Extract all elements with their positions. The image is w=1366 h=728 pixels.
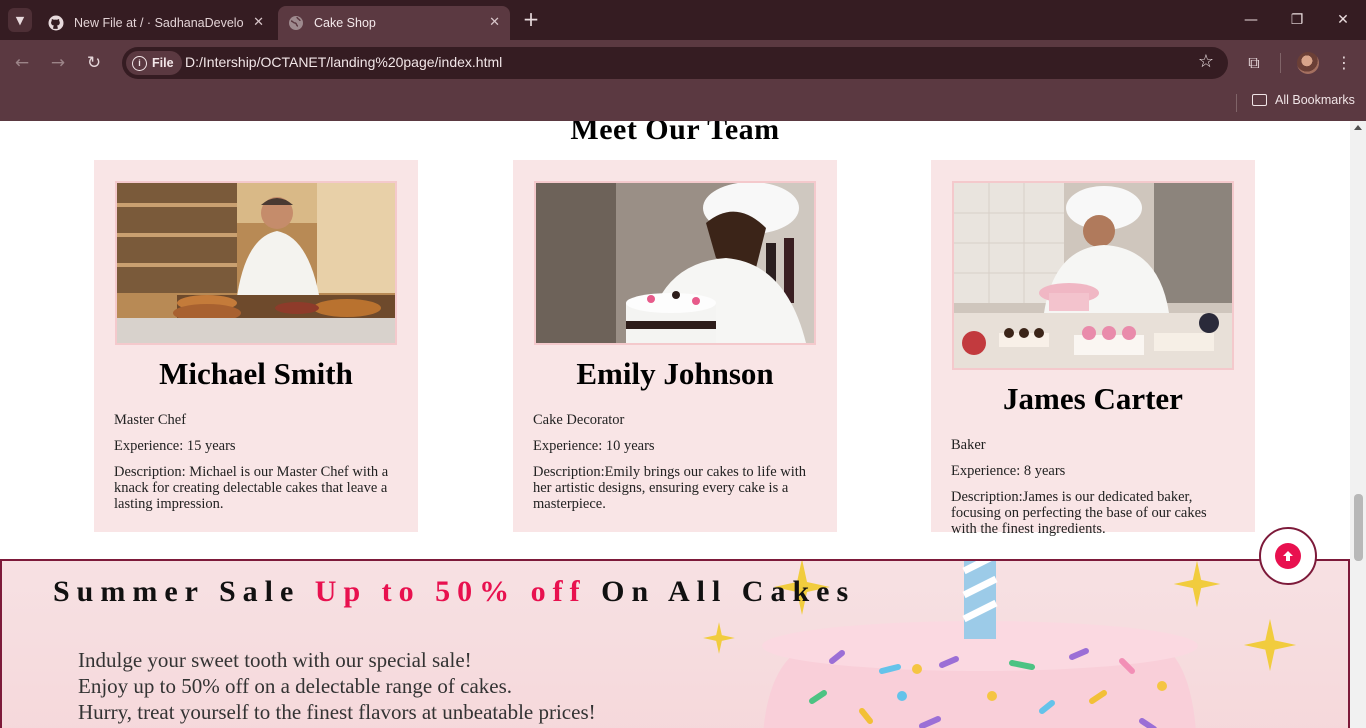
minimize-button[interactable]: — [1241,10,1261,30]
baker-photo-image [954,183,1232,368]
new-tab-button[interactable]: + [520,8,542,30]
member-role: Cake Decorator [533,412,625,428]
forward-button[interactable]: → [46,51,70,75]
globe-icon [289,16,303,30]
all-bookmarks-label: All Bookmarks [1275,93,1355,107]
chevron-down-icon: ▼ [15,13,25,27]
tab-title: New File at / · SadhanaDevelop [74,16,244,30]
arrow-right-icon: → [50,53,66,73]
reload-icon: ↻ [86,53,102,73]
member-role: Master Chef [114,412,187,428]
url-text[interactable]: D:/Intership/OCTANET/landing%20page/inde… [185,54,502,70]
bookmarks-bar: All Bookmarks [0,86,1366,121]
tab-github[interactable]: New File at / · SadhanaDevelop ✕ [38,6,274,40]
close-icon[interactable]: ✕ [253,14,264,30]
puzzle-icon: ⧉ [1248,53,1260,72]
member-description: Description:Emily brings our cakes to li… [533,464,807,512]
bookmarks-divider [1236,94,1237,112]
arrow-up-icon [1275,543,1301,569]
member-experience: Experience: 15 years [114,438,236,454]
close-window-button[interactable]: ✕ [1333,10,1353,30]
tab-strip: ▼ New File at / · SadhanaDevelop ✕ Cake … [0,0,1366,40]
tab-search-button[interactable]: ▼ [8,8,32,32]
decorator-photo [534,181,816,345]
sale-heading-end: On All Cakes [586,575,856,608]
profile-avatar[interactable] [1297,52,1319,74]
menu-button[interactable]: ⋮ [1332,51,1356,75]
address-bar[interactable]: i File D:/Intership/OCTANET/landing%20pa… [122,47,1228,79]
decorator-photo-image [536,183,814,343]
sale-heading-start: Summer Sale [53,575,315,608]
summer-sale-banner: Summer Sale Up to 50% off On All Cakes I… [0,559,1350,728]
github-icon [48,15,64,31]
member-experience: Experience: 10 years [533,438,655,454]
member-role: Baker [951,437,986,453]
page-scrollbar[interactable] [1350,121,1366,728]
member-name: Michael Smith [159,356,353,391]
scrollbar-thumb[interactable] [1354,494,1363,561]
minimize-icon: — [1244,12,1258,28]
member-description: Description: Michael is our Master Chef … [114,464,389,512]
sparkle-icon [703,622,735,654]
info-icon: i [132,55,147,71]
member-experience: Experience: 8 years [951,463,1066,479]
team-card: James Carter Baker Experience: 8 years D… [931,160,1255,537]
restore-button[interactable]: ❐ [1287,10,1307,30]
back-button[interactable]: ← [10,51,34,75]
member-name: James Carter [1003,381,1183,416]
team-card: Emily Johnson Cake Decorator Experience:… [513,160,837,532]
arrow-left-icon: ← [14,53,30,73]
team-section-title: Meet Our Team [570,121,780,146]
close-icon[interactable]: ✕ [489,14,500,30]
member-description: Description:James is our dedicated baker… [951,489,1207,537]
site-info-chip[interactable]: i File [126,51,182,75]
all-bookmarks-button[interactable]: All Bookmarks [1252,93,1355,107]
tab-title: Cake Shop [314,16,376,30]
chef-photo [115,181,397,345]
scroll-to-top-button[interactable] [1259,527,1317,585]
plus-icon: + [522,7,540,31]
sale-heading: Summer Sale Up to 50% off On All Cakes [53,575,855,609]
toolbar-divider [1280,53,1281,73]
browser-toolbar: ← → ↻ i File D:/Intership/OCTANET/landin… [0,40,1366,86]
extensions-button[interactable]: ⧉ [1242,51,1266,75]
reload-button[interactable]: ↻ [82,51,106,75]
more-vert-icon: ⋮ [1336,53,1352,72]
scroll-up-arrow-icon[interactable] [1354,125,1362,130]
close-icon: ✕ [1337,12,1349,28]
sale-description: Indulge your sweet tooth with our specia… [78,647,596,725]
sale-line: Enjoy up to 50% off on a delectable rang… [78,674,513,698]
sparkle-icon [1243,618,1297,672]
folder-icon [1252,94,1267,106]
site-info-label: File [152,56,174,70]
bookmark-star-icon[interactable]: ☆ [1198,51,1214,72]
tab-cake-shop[interactable]: Cake Shop ✕ [278,6,510,40]
restore-icon: ❐ [1290,12,1304,28]
sale-line: Indulge your sweet tooth with our specia… [78,648,472,672]
sale-heading-highlight: Up to 50% off [314,575,587,608]
page-viewport: Meet Our Team Michael Smith Master Chef … [0,121,1350,728]
member-name: Emily Johnson [576,356,774,391]
chef-photo-image [117,183,395,343]
sale-line: Hurry, treat yourself to the finest flav… [78,700,596,724]
baker-photo [952,181,1234,370]
team-card: Michael Smith Master Chef Experience: 15… [94,160,418,532]
sparkle-icon [1173,561,1221,608]
